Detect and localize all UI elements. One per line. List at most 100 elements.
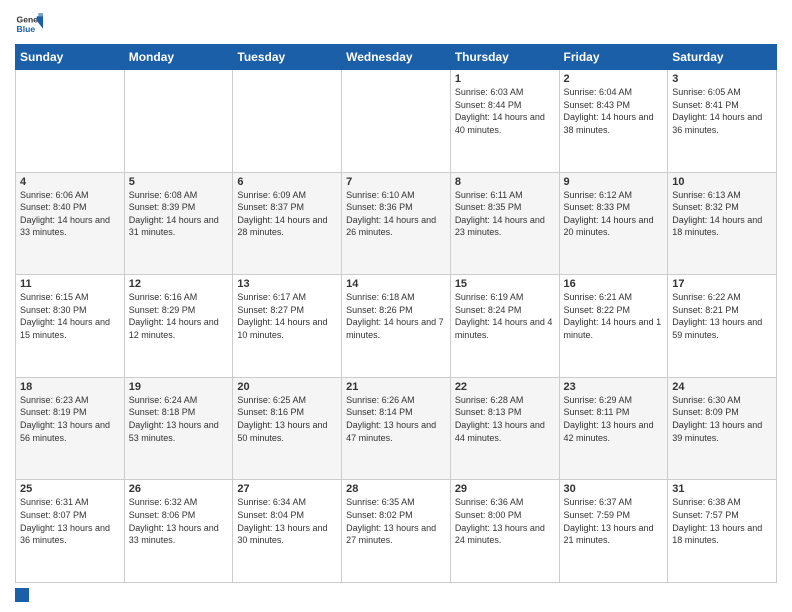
day-number: 4 [20, 176, 120, 188]
table-row [342, 70, 451, 173]
table-row: 2Sunrise: 6:04 AM Sunset: 8:43 PM Daylig… [559, 70, 668, 173]
table-row: 26Sunrise: 6:32 AM Sunset: 8:06 PM Dayli… [124, 480, 233, 583]
table-row: 17Sunrise: 6:22 AM Sunset: 8:21 PM Dayli… [668, 275, 777, 378]
table-row: 25Sunrise: 6:31 AM Sunset: 8:07 PM Dayli… [16, 480, 125, 583]
day-number: 2 [564, 73, 664, 85]
header-saturday: Saturday [668, 45, 777, 70]
table-row: 22Sunrise: 6:28 AM Sunset: 8:13 PM Dayli… [450, 377, 559, 480]
table-row [233, 70, 342, 173]
weekday-header-row: Sunday Monday Tuesday Wednesday Thursday… [16, 45, 777, 70]
day-number: 24 [672, 381, 772, 393]
day-number: 28 [346, 483, 446, 495]
day-info: Sunrise: 6:31 AM Sunset: 8:07 PM Dayligh… [20, 496, 120, 546]
day-number: 10 [672, 176, 772, 188]
logo: General Blue [15, 10, 43, 38]
header-thursday: Thursday [450, 45, 559, 70]
calendar-table: Sunday Monday Tuesday Wednesday Thursday… [15, 44, 777, 583]
table-row: 5Sunrise: 6:08 AM Sunset: 8:39 PM Daylig… [124, 172, 233, 275]
day-info: Sunrise: 6:32 AM Sunset: 8:06 PM Dayligh… [129, 496, 229, 546]
table-row: 31Sunrise: 6:38 AM Sunset: 7:57 PM Dayli… [668, 480, 777, 583]
table-row: 10Sunrise: 6:13 AM Sunset: 8:32 PM Dayli… [668, 172, 777, 275]
day-info: Sunrise: 6:22 AM Sunset: 8:21 PM Dayligh… [672, 291, 772, 341]
day-number: 15 [455, 278, 555, 290]
table-row: 14Sunrise: 6:18 AM Sunset: 8:26 PM Dayli… [342, 275, 451, 378]
day-number: 5 [129, 176, 229, 188]
day-info: Sunrise: 6:21 AM Sunset: 8:22 PM Dayligh… [564, 291, 664, 341]
table-row: 29Sunrise: 6:36 AM Sunset: 8:00 PM Dayli… [450, 480, 559, 583]
header-monday: Monday [124, 45, 233, 70]
day-number: 31 [672, 483, 772, 495]
day-info: Sunrise: 6:24 AM Sunset: 8:18 PM Dayligh… [129, 394, 229, 444]
day-number: 14 [346, 278, 446, 290]
footer [15, 588, 777, 602]
day-number: 6 [237, 176, 337, 188]
day-info: Sunrise: 6:04 AM Sunset: 8:43 PM Dayligh… [564, 86, 664, 136]
day-number: 20 [237, 381, 337, 393]
header-tuesday: Tuesday [233, 45, 342, 70]
day-number: 21 [346, 381, 446, 393]
table-row: 7Sunrise: 6:10 AM Sunset: 8:36 PM Daylig… [342, 172, 451, 275]
svg-text:Blue: Blue [17, 24, 36, 34]
legend-color-box [15, 588, 29, 602]
table-row: 18Sunrise: 6:23 AM Sunset: 8:19 PM Dayli… [16, 377, 125, 480]
day-number: 29 [455, 483, 555, 495]
day-number: 1 [455, 73, 555, 85]
day-info: Sunrise: 6:10 AM Sunset: 8:36 PM Dayligh… [346, 189, 446, 239]
calendar-week-row: 4Sunrise: 6:06 AM Sunset: 8:40 PM Daylig… [16, 172, 777, 275]
day-info: Sunrise: 6:26 AM Sunset: 8:14 PM Dayligh… [346, 394, 446, 444]
day-info: Sunrise: 6:05 AM Sunset: 8:41 PM Dayligh… [672, 86, 772, 136]
header-wednesday: Wednesday [342, 45, 451, 70]
day-info: Sunrise: 6:17 AM Sunset: 8:27 PM Dayligh… [237, 291, 337, 341]
day-info: Sunrise: 6:12 AM Sunset: 8:33 PM Dayligh… [564, 189, 664, 239]
day-number: 9 [564, 176, 664, 188]
table-row: 1Sunrise: 6:03 AM Sunset: 8:44 PM Daylig… [450, 70, 559, 173]
calendar-week-row: 11Sunrise: 6:15 AM Sunset: 8:30 PM Dayli… [16, 275, 777, 378]
table-row: 13Sunrise: 6:17 AM Sunset: 8:27 PM Dayli… [233, 275, 342, 378]
table-row: 6Sunrise: 6:09 AM Sunset: 8:37 PM Daylig… [233, 172, 342, 275]
day-number: 13 [237, 278, 337, 290]
day-info: Sunrise: 6:18 AM Sunset: 8:26 PM Dayligh… [346, 291, 446, 341]
table-row: 8Sunrise: 6:11 AM Sunset: 8:35 PM Daylig… [450, 172, 559, 275]
day-number: 18 [20, 381, 120, 393]
day-info: Sunrise: 6:06 AM Sunset: 8:40 PM Dayligh… [20, 189, 120, 239]
day-info: Sunrise: 6:38 AM Sunset: 7:57 PM Dayligh… [672, 496, 772, 546]
day-number: 11 [20, 278, 120, 290]
day-number: 16 [564, 278, 664, 290]
day-info: Sunrise: 6:03 AM Sunset: 8:44 PM Dayligh… [455, 86, 555, 136]
calendar-week-row: 25Sunrise: 6:31 AM Sunset: 8:07 PM Dayli… [16, 480, 777, 583]
logo-icon: General Blue [15, 10, 43, 38]
day-number: 12 [129, 278, 229, 290]
day-info: Sunrise: 6:29 AM Sunset: 8:11 PM Dayligh… [564, 394, 664, 444]
day-info: Sunrise: 6:11 AM Sunset: 8:35 PM Dayligh… [455, 189, 555, 239]
table-row: 27Sunrise: 6:34 AM Sunset: 8:04 PM Dayli… [233, 480, 342, 583]
day-number: 7 [346, 176, 446, 188]
day-info: Sunrise: 6:36 AM Sunset: 8:00 PM Dayligh… [455, 496, 555, 546]
day-info: Sunrise: 6:30 AM Sunset: 8:09 PM Dayligh… [672, 394, 772, 444]
day-number: 30 [564, 483, 664, 495]
table-row: 12Sunrise: 6:16 AM Sunset: 8:29 PM Dayli… [124, 275, 233, 378]
page: General Blue Sunday Monday Tuesday Wedne… [0, 0, 792, 612]
table-row: 21Sunrise: 6:26 AM Sunset: 8:14 PM Dayli… [342, 377, 451, 480]
table-row: 30Sunrise: 6:37 AM Sunset: 7:59 PM Dayli… [559, 480, 668, 583]
table-row: 24Sunrise: 6:30 AM Sunset: 8:09 PM Dayli… [668, 377, 777, 480]
day-info: Sunrise: 6:13 AM Sunset: 8:32 PM Dayligh… [672, 189, 772, 239]
day-number: 27 [237, 483, 337, 495]
day-info: Sunrise: 6:25 AM Sunset: 8:16 PM Dayligh… [237, 394, 337, 444]
day-info: Sunrise: 6:15 AM Sunset: 8:30 PM Dayligh… [20, 291, 120, 341]
day-info: Sunrise: 6:34 AM Sunset: 8:04 PM Dayligh… [237, 496, 337, 546]
header-sunday: Sunday [16, 45, 125, 70]
day-number: 19 [129, 381, 229, 393]
table-row: 3Sunrise: 6:05 AM Sunset: 8:41 PM Daylig… [668, 70, 777, 173]
day-number: 22 [455, 381, 555, 393]
table-row: 15Sunrise: 6:19 AM Sunset: 8:24 PM Dayli… [450, 275, 559, 378]
day-info: Sunrise: 6:09 AM Sunset: 8:37 PM Dayligh… [237, 189, 337, 239]
day-info: Sunrise: 6:35 AM Sunset: 8:02 PM Dayligh… [346, 496, 446, 546]
calendar-week-row: 1Sunrise: 6:03 AM Sunset: 8:44 PM Daylig… [16, 70, 777, 173]
table-row: 11Sunrise: 6:15 AM Sunset: 8:30 PM Dayli… [16, 275, 125, 378]
day-number: 23 [564, 381, 664, 393]
day-info: Sunrise: 6:16 AM Sunset: 8:29 PM Dayligh… [129, 291, 229, 341]
day-info: Sunrise: 6:08 AM Sunset: 8:39 PM Dayligh… [129, 189, 229, 239]
table-row: 28Sunrise: 6:35 AM Sunset: 8:02 PM Dayli… [342, 480, 451, 583]
table-row: 23Sunrise: 6:29 AM Sunset: 8:11 PM Dayli… [559, 377, 668, 480]
table-row [124, 70, 233, 173]
